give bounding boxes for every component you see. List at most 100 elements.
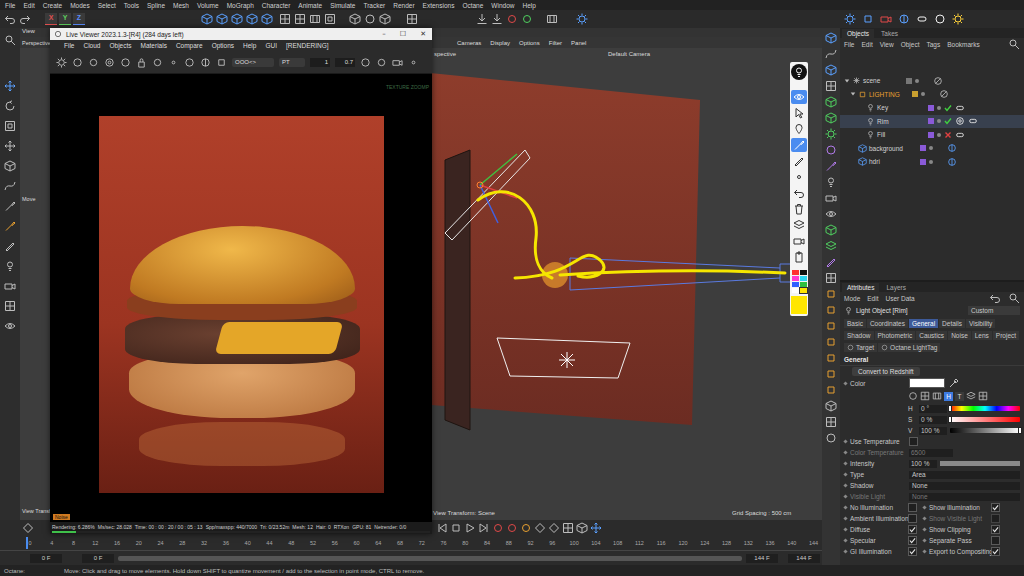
menu-item[interactable]: Mode [844, 295, 860, 302]
next-icon[interactable] [478, 522, 490, 534]
scale-icon[interactable] [4, 120, 16, 132]
viewport-menu-item[interactable]: Filter [549, 40, 562, 46]
gear-icon[interactable] [825, 128, 837, 140]
axis-lock-button[interactable]: X [45, 13, 57, 25]
cube-icon[interactable] [825, 112, 837, 124]
dot-icon[interactable] [408, 57, 419, 68]
grid-icon[interactable] [4, 300, 16, 312]
viewport-menu-item[interactable]: Cameras [457, 40, 481, 46]
attribute-page-tab[interactable]: Project [993, 331, 1019, 340]
menu-item[interactable]: Select [98, 2, 116, 9]
gizmo-y-axis[interactable] [480, 154, 517, 185]
menu-item[interactable]: User Data [885, 295, 914, 302]
attribute-page-tab[interactable]: Lens [972, 331, 992, 340]
stop-icon[interactable] [825, 320, 837, 332]
color-swatch[interactable] [800, 288, 807, 293]
cube-icon[interactable] [825, 64, 837, 76]
attribute-page-tab[interactable]: Visibility [966, 319, 995, 328]
keyframe-icon[interactable] [22, 522, 34, 534]
circle-icon[interactable] [120, 57, 131, 68]
attribute-page-tab[interactable]: Coordinates [867, 319, 908, 328]
rec-icon[interactable] [88, 57, 99, 68]
target-tag-icon[interactable] [955, 116, 965, 126]
attribute-page-tab[interactable]: Caustics [916, 331, 947, 340]
checkbox[interactable] [991, 503, 1000, 512]
target-icon[interactable] [104, 57, 115, 68]
grid-icon[interactable] [825, 416, 837, 428]
samples-field[interactable]: 1 [310, 58, 330, 67]
grid-icon[interactable] [279, 13, 291, 25]
spectrum-icon[interactable] [920, 391, 930, 401]
dropdown[interactable]: None [909, 493, 1020, 501]
cube-icon[interactable] [216, 13, 228, 25]
render-mode-dropdown[interactable]: OOO<> [232, 58, 274, 67]
menu-item[interactable]: Help [522, 2, 535, 9]
color-swatch[interactable] [800, 276, 807, 281]
menu-item[interactable]: Modes [70, 2, 90, 9]
menu-item[interactable]: Tracker [363, 2, 385, 9]
octane-tag-icon[interactable] [947, 143, 957, 153]
gear-icon[interactable] [576, 13, 588, 25]
film-icon[interactable] [546, 13, 558, 25]
intensity-slider[interactable] [940, 461, 1020, 466]
checkbox[interactable] [908, 503, 917, 512]
cube-icon[interactable] [231, 13, 243, 25]
light-tag-icon[interactable] [968, 116, 978, 126]
tree-row[interactable]: Key [840, 101, 1024, 115]
tree-row[interactable]: hdri [840, 155, 1024, 169]
timeline-ruler[interactable]: 0481216202428323640444852566064687276808… [0, 536, 822, 551]
tree-row[interactable]: LIGHTING [840, 88, 1024, 102]
eye-icon[interactable] [825, 208, 837, 220]
annotation-toggle-button[interactable] [791, 64, 807, 80]
move-icon[interactable] [4, 140, 16, 152]
spline-icon[interactable] [4, 180, 16, 192]
move-icon[interactable] [4, 80, 16, 92]
annotation-tool-button[interactable] [791, 234, 807, 248]
menu-item[interactable]: File [5, 2, 15, 9]
menu-item[interactable]: Help [243, 42, 256, 49]
dropdown[interactable]: Area [909, 471, 1020, 479]
tag-page-tab[interactable]: Target [844, 343, 877, 352]
menu-item[interactable]: Window [491, 2, 514, 9]
color-swatch[interactable] [800, 282, 807, 287]
stop-icon[interactable] [825, 368, 837, 380]
live-viewer-window[interactable]: Live Viewer 2023.1.3-[R4] (284 days left… [50, 28, 432, 534]
preview-end-field[interactable]: 144 F [746, 554, 778, 563]
search-icon[interactable] [4, 34, 16, 46]
gear-icon[interactable] [56, 57, 67, 68]
window-control-button[interactable]: ✕ [420, 30, 426, 38]
film-icon[interactable] [309, 13, 321, 25]
cube-icon[interactable] [825, 32, 837, 44]
channel-slider[interactable] [950, 406, 1020, 411]
viewport-menu-item[interactable]: Display [490, 40, 510, 46]
grid-icon[interactable] [294, 13, 306, 25]
checkbox[interactable] [908, 525, 917, 534]
menu-item[interactable]: Extensions [423, 2, 455, 9]
move-icon[interactable] [590, 522, 602, 534]
checkbox[interactable] [991, 536, 1000, 545]
gamma-field[interactable]: 0.7 [335, 58, 355, 67]
current-color-swatch[interactable] [791, 296, 807, 314]
cube-icon[interactable] [261, 13, 273, 25]
menu-item[interactable]: Spline [147, 2, 165, 9]
menu-item[interactable]: Compare [176, 42, 203, 49]
tree-row[interactable]: scene [840, 74, 1024, 88]
pen-icon[interactable] [4, 240, 16, 252]
menu-item[interactable]: Octane [462, 2, 483, 9]
camera-icon[interactable] [4, 280, 16, 292]
enabled-check-icon[interactable] [944, 104, 952, 112]
rec-icon[interactable] [521, 13, 533, 25]
render-tag-icon[interactable] [939, 89, 949, 99]
cube-icon[interactable] [379, 13, 391, 25]
menu-item[interactable]: [RENDERING] [286, 42, 329, 49]
menu-item[interactable]: Materials [141, 42, 167, 49]
menu-item[interactable]: Bookmarks [947, 41, 980, 48]
rec-icon[interactable] [520, 522, 532, 534]
grid-icon[interactable] [825, 272, 837, 284]
lock-icon[interactable] [136, 57, 147, 68]
dropdown[interactable]: None [909, 482, 1020, 490]
rotate-icon[interactable] [4, 100, 16, 112]
playhead[interactable] [26, 537, 28, 549]
brush-icon[interactable] [825, 160, 837, 172]
pill-icon[interactable] [916, 13, 928, 25]
